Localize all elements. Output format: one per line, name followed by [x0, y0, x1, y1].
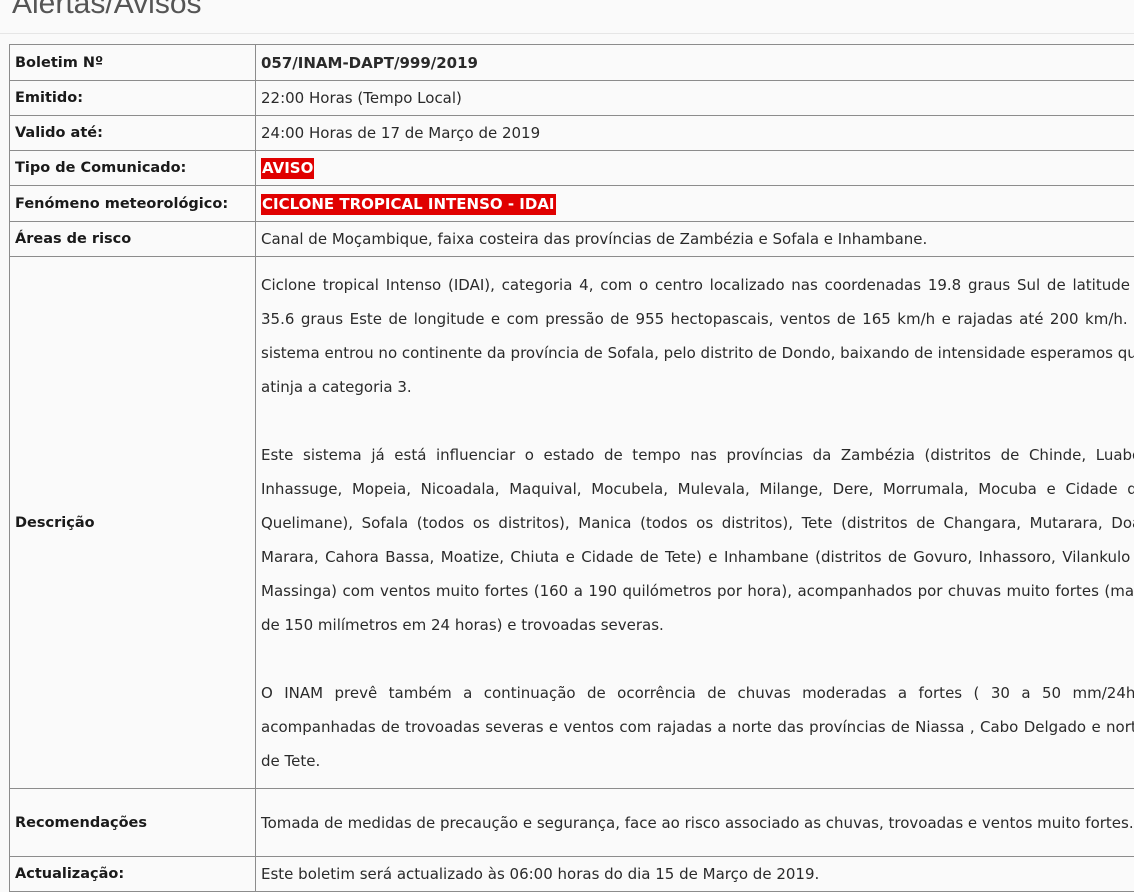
label-description: Descrição: [9, 256, 256, 789]
row-description: Descrição Ciclone tropical Intenso (IDAI…: [9, 256, 1134, 789]
title-divider: [0, 33, 1134, 34]
row-bulletin-number: Boletim Nº 057/INAM-DAPT/999/2019: [9, 44, 1134, 81]
label-communication-type: Tipo de Comunicado:: [9, 150, 256, 186]
description-paragraph-2: Este sistema já está influenciar o estad…: [261, 445, 1134, 634]
label-bulletin-number: Boletim Nº: [9, 44, 256, 81]
phenomenon-badge: CICLONE TROPICAL INTENSO - IDAI: [261, 193, 556, 215]
row-risk-areas: Áreas de risco Canal de Moçambique, faix…: [9, 221, 1134, 257]
row-issued: Emitido: 22:00 Horas (Tempo Local): [9, 80, 1134, 116]
label-valid-until: Valido até:: [9, 115, 256, 151]
description-paragraph-1: Ciclone tropical Intenso (IDAI), categor…: [261, 275, 1134, 396]
bulletin-table: Boletim Nº 057/INAM-DAPT/999/2019 Emitid…: [9, 44, 1134, 892]
communication-type-badge: AVISO: [261, 158, 315, 179]
label-update: Actualização:: [9, 856, 256, 892]
value-phenomenon-cell: CICLONE TROPICAL INTENSO - IDAI: [255, 185, 1134, 222]
label-risk-areas: Áreas de risco: [9, 221, 256, 257]
row-update: Actualização: Este boletim será actualiz…: [9, 856, 1134, 892]
row-communication-type: Tipo de Comunicado: AVISO: [9, 150, 1134, 186]
value-risk-areas: Canal de Moçambique, faixa costeira das …: [255, 221, 1134, 257]
value-valid-until: 24:00 Horas de 17 de Março de 2019: [255, 115, 1134, 151]
label-recommendations: Recomendações: [9, 788, 256, 857]
value-recommendations: Tomada de medidas de precaução e seguran…: [255, 788, 1134, 857]
value-issued: 22:00 Horas (Tempo Local): [255, 80, 1134, 116]
description-paragraph-3: O INAM prevê também a continuação de oco…: [261, 683, 1134, 770]
label-issued: Emitido:: [9, 80, 256, 116]
recommendations-text: Tomada de medidas de precaução e seguran…: [261, 813, 1134, 832]
label-phenomenon: Fenómeno meteorológico:: [9, 185, 256, 222]
row-recommendations: Recomendações Tomada de medidas de preca…: [9, 788, 1134, 857]
page-title: Alertas/Avisos: [12, 0, 202, 20]
value-update: Este boletim será actualizado às 06:00 h…: [255, 856, 1134, 892]
value-bulletin-number: 057/INAM-DAPT/999/2019: [255, 44, 1134, 81]
row-valid-until: Valido até: 24:00 Horas de 17 de Março d…: [9, 115, 1134, 151]
value-description: Ciclone tropical Intenso (IDAI), categor…: [255, 256, 1134, 789]
row-phenomenon: Fenómeno meteorológico: CICLONE TROPICAL…: [9, 185, 1134, 222]
value-communication-type-cell: AVISO: [255, 150, 1134, 186]
